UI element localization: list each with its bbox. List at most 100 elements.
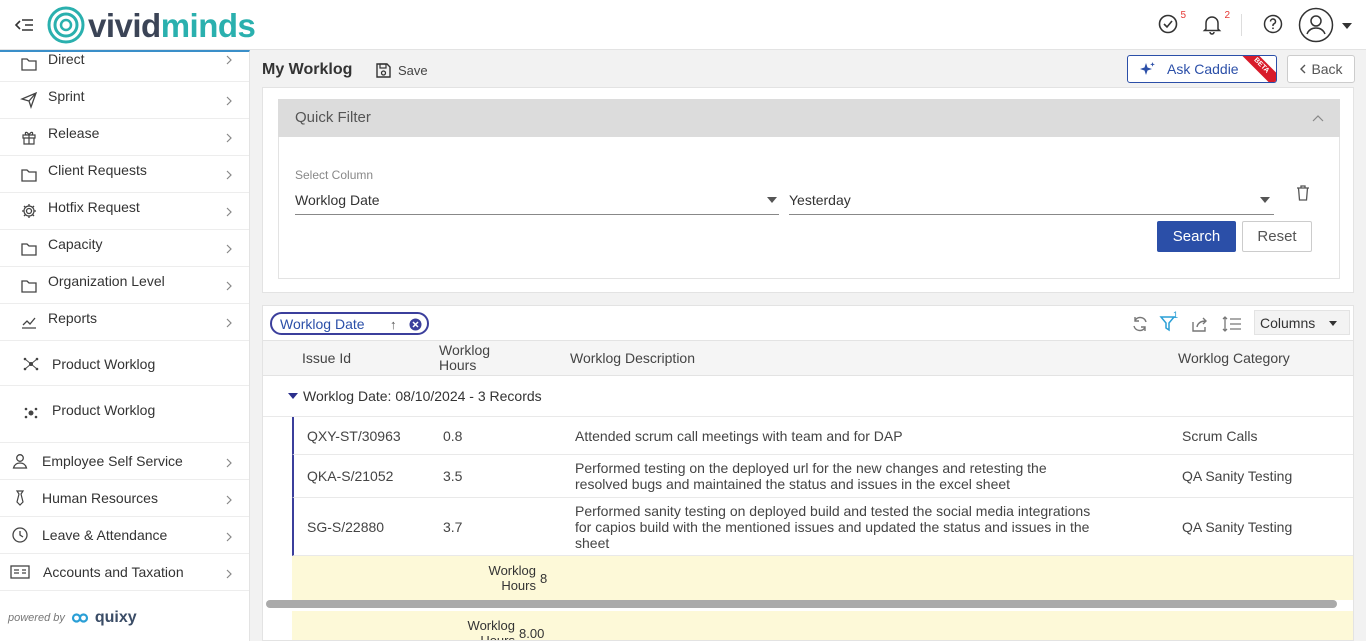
sidebar-item-accounts-taxation[interactable]: Accounts and Taxation xyxy=(0,554,249,591)
avatar-dropdown-icon[interactable] xyxy=(1342,23,1352,29)
chevron-right-icon xyxy=(224,569,234,579)
sidebar-item-label: Leave & Attendance xyxy=(42,527,168,543)
search-button[interactable]: Search xyxy=(1157,221,1236,252)
clock-icon xyxy=(11,526,29,544)
sidebar-item-release[interactable]: Release xyxy=(0,119,249,156)
quixy-brand-text: quixy xyxy=(94,609,137,626)
gear-icon xyxy=(20,202,38,220)
sidebar-item-sprint[interactable]: Sprint xyxy=(0,82,249,119)
folder-icon xyxy=(20,166,38,184)
sort-ascending-icon[interactable]: ↑ xyxy=(390,317,397,332)
chevron-right-icon xyxy=(224,495,234,505)
tie-icon xyxy=(11,489,29,507)
chevron-right-icon xyxy=(224,170,234,180)
cell-description-line1: Performed testing on the deployed url fo… xyxy=(575,460,1047,476)
total-label-line1: Worklog xyxy=(467,618,515,633)
sidebar-item-label: Organization Level xyxy=(48,273,165,289)
table-row[interactable]: SG-S/22880 3.7 Performed sanity testing … xyxy=(292,498,1353,556)
header-worklog-hours-line1[interactable]: Worklog xyxy=(439,343,490,358)
remove-group-icon[interactable] xyxy=(409,318,422,331)
cell-hours: 0.8 xyxy=(443,428,463,444)
export-share-icon[interactable] xyxy=(1190,315,1210,333)
group-by-chip[interactable]: Worklog Date ↑ xyxy=(270,312,429,335)
sidebar-item-label: Sprint xyxy=(48,88,85,104)
chart-icon xyxy=(20,313,38,331)
row-height-icon[interactable] xyxy=(1221,315,1241,333)
columns-dropdown[interactable]: Columns xyxy=(1254,310,1350,335)
sidebar-item-human-resources[interactable]: Human Resources xyxy=(0,480,249,517)
sidebar-item-employee-self-service[interactable]: Employee Self Service xyxy=(0,443,249,480)
help-icon[interactable] xyxy=(1262,13,1286,37)
reset-button[interactable]: Reset xyxy=(1242,221,1312,252)
sidebar-item-label: Capacity xyxy=(48,236,103,252)
table-row[interactable]: QXY-ST/30963 0.8 Attended scrum call mee… xyxy=(292,417,1353,455)
tasks-check-icon[interactable]: 5 xyxy=(1157,10,1186,37)
header-worklog-category[interactable]: Worklog Category xyxy=(1178,351,1290,366)
horizontal-scrollbar[interactable] xyxy=(266,600,1337,608)
sidebar-item-product-worklog[interactable]: Product Worklog xyxy=(0,341,249,386)
sidebar-item-client-requests[interactable]: Client Requests xyxy=(0,156,249,193)
group-chip-label: Worklog Date xyxy=(280,316,365,332)
sidebar-item-capacity[interactable]: Capacity xyxy=(0,230,249,267)
filter-count-badge: 1 xyxy=(1173,310,1179,320)
trash-icon[interactable] xyxy=(1295,184,1311,202)
back-button[interactable]: Back xyxy=(1287,55,1355,83)
sidebar-item-hotfix-request[interactable]: Hotfix Request xyxy=(0,193,249,230)
collapse-triangle-icon[interactable] xyxy=(288,393,298,399)
sidebar-item-label: Product Worklog xyxy=(52,356,156,372)
sidebar-item-label: Employee Self Service xyxy=(42,453,183,469)
ask-caddie-button[interactable]: Ask Caddie BETA xyxy=(1127,55,1277,83)
dropdown-caret-icon xyxy=(767,197,777,203)
gift-icon xyxy=(20,128,38,146)
cell-issue-id: SG-S/22880 xyxy=(307,519,385,535)
sidebar-item-product-worklog-2[interactable]: Product Worklog xyxy=(0,386,249,443)
network-icon xyxy=(22,403,40,421)
save-icon xyxy=(375,62,392,79)
header-worklog-hours-line2[interactable]: Hours xyxy=(439,358,476,373)
sidebar-item-organization-level[interactable]: Organization Level xyxy=(0,267,249,304)
chevron-right-icon xyxy=(224,244,234,254)
quick-filter-body: Select Column Worklog Date Yesterday Sea… xyxy=(278,137,1340,279)
vividminds-logo[interactable]: vividminds xyxy=(46,4,256,46)
save-button[interactable]: Save xyxy=(375,62,428,79)
sidebar-item-label: Product Worklog xyxy=(52,402,156,418)
cell-category: QA Sanity Testing xyxy=(1182,519,1293,535)
beta-ribbon: BETA xyxy=(1236,56,1276,82)
summary-label-line2: Hours xyxy=(501,578,536,593)
quick-filter-header[interactable]: Quick Filter xyxy=(278,99,1340,137)
cell-hours: 3.5 xyxy=(443,468,463,484)
user-avatar[interactable] xyxy=(1298,7,1334,43)
sidebar-item-leave-attendance[interactable]: Leave & Attendance xyxy=(0,517,249,554)
condition-select-value: Yesterday xyxy=(789,192,851,208)
back-label: Back xyxy=(1311,61,1343,77)
quixy-logo-icon xyxy=(71,613,88,623)
chevron-up-icon[interactable] xyxy=(1312,113,1324,123)
select-column-caption: Select Column xyxy=(295,168,374,182)
group-row[interactable]: Worklog Date: 08/10/2024 - 3 Records xyxy=(263,377,1353,417)
summary-label-line1: Worklog xyxy=(488,563,536,578)
menu-collapse-icon[interactable] xyxy=(14,14,36,36)
id-card-icon xyxy=(10,563,30,581)
filter-icon[interactable]: 1 xyxy=(1159,310,1179,333)
notifications-badge: 2 xyxy=(1224,10,1230,21)
chevron-right-icon xyxy=(224,55,234,65)
table-row[interactable]: QKA-S/21052 3.5 Performed testing on the… xyxy=(292,455,1353,498)
column-select[interactable]: Worklog Date xyxy=(295,187,779,215)
dropdown-caret-icon xyxy=(1329,321,1337,326)
condition-select[interactable]: Yesterday xyxy=(789,187,1274,215)
header-issue-id[interactable]: Issue Id xyxy=(302,351,351,366)
quick-filter-panel: Quick Filter Select Column Worklog Date … xyxy=(262,87,1354,293)
sidebar-item-reports[interactable]: Reports xyxy=(0,304,249,341)
total-label-line2: Hours xyxy=(480,633,515,641)
refresh-icon[interactable] xyxy=(1130,315,1150,333)
header-worklog-description[interactable]: Worklog Description xyxy=(570,351,695,366)
notification-bell-icon[interactable]: 2 xyxy=(1201,10,1230,37)
chevron-right-icon xyxy=(224,318,234,328)
chevron-right-icon xyxy=(224,133,234,143)
sidebar-item-direct[interactable]: Direct xyxy=(0,52,249,82)
sidebar-item-label: Reports xyxy=(48,310,98,326)
dropdown-caret-icon xyxy=(1260,197,1270,203)
sidebar-item-label: Release xyxy=(48,125,100,141)
powered-by-text: powered by xyxy=(8,612,65,624)
cell-description-line1: Performed sanity testing on deployed bui… xyxy=(575,503,1091,519)
